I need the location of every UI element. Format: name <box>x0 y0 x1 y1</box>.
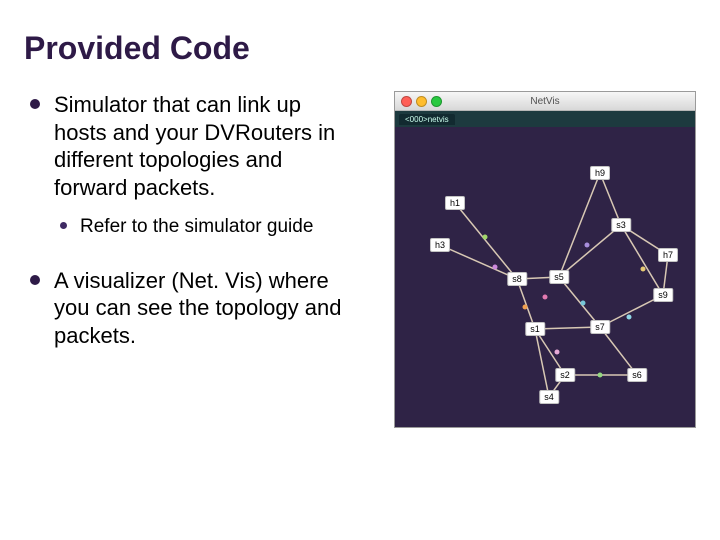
bullet-item-2: A visualizer (Net. Vis) where you can se… <box>24 267 344 350</box>
node-s2[interactable]: s2 <box>555 368 575 382</box>
node-s9[interactable]: s9 <box>653 288 673 302</box>
bullet-list: Simulator that can link up hosts and you… <box>24 91 344 349</box>
node-s6[interactable]: s6 <box>627 368 647 382</box>
sub-bullet-text-1: Refer to the simulator guide <box>80 216 313 237</box>
packet-dot <box>493 265 498 270</box>
packet-dot <box>581 301 586 306</box>
slide-body: Simulator that can link up hosts and you… <box>24 91 696 377</box>
packet-dot <box>598 373 603 378</box>
packet-dot <box>483 235 488 240</box>
node-h1[interactable]: h1 <box>445 196 465 210</box>
bullet-text-1: Simulator that can link up hosts and you… <box>54 92 335 200</box>
packet-dot <box>585 243 590 248</box>
node-s4[interactable]: s4 <box>539 390 559 404</box>
packet-dot <box>555 350 560 355</box>
node-s5[interactable]: s5 <box>549 270 569 284</box>
node-h7[interactable]: h7 <box>658 248 678 262</box>
node-s1[interactable]: s1 <box>525 322 545 336</box>
slide: Provided Code Simulator that can link up… <box>0 0 720 540</box>
packet-dot <box>627 315 632 320</box>
image-column: NetVis <000>netvis <box>364 91 696 377</box>
packet-dot <box>523 305 528 310</box>
packet-dot <box>641 267 646 272</box>
network-edges <box>395 127 695 427</box>
node-h3[interactable]: h3 <box>430 238 450 252</box>
window-titlebar: NetVis <box>395 92 695 111</box>
text-column: Simulator that can link up hosts and you… <box>24 91 344 377</box>
window-minimize-icon[interactable] <box>416 96 427 107</box>
node-h9[interactable]: h9 <box>590 166 610 180</box>
node-s7[interactable]: s7 <box>590 320 610 334</box>
window-tabbar: <000>netvis <box>395 111 695 127</box>
node-s8[interactable]: s8 <box>507 272 527 286</box>
packet-dot <box>543 295 548 300</box>
bullet-text-2: A visualizer (Net. Vis) where you can se… <box>54 268 341 348</box>
sub-bullet-list: Refer to the simulator guide <box>54 215 344 239</box>
sub-bullet-item-1: Refer to the simulator guide <box>54 215 344 239</box>
node-s3[interactable]: s3 <box>611 218 631 232</box>
window-close-icon[interactable] <box>401 96 412 107</box>
slide-title: Provided Code <box>24 30 696 67</box>
bullet-item-1: Simulator that can link up hosts and you… <box>24 91 344 239</box>
window-zoom-icon[interactable] <box>431 96 442 107</box>
network-canvas[interactable]: h9 h1 h3 h7 s8 s5 s3 s9 s1 s7 s2 s4 s6 <box>395 127 695 427</box>
window-tab[interactable]: <000>netvis <box>399 114 455 125</box>
netvis-window: NetVis <000>netvis <box>394 91 696 428</box>
